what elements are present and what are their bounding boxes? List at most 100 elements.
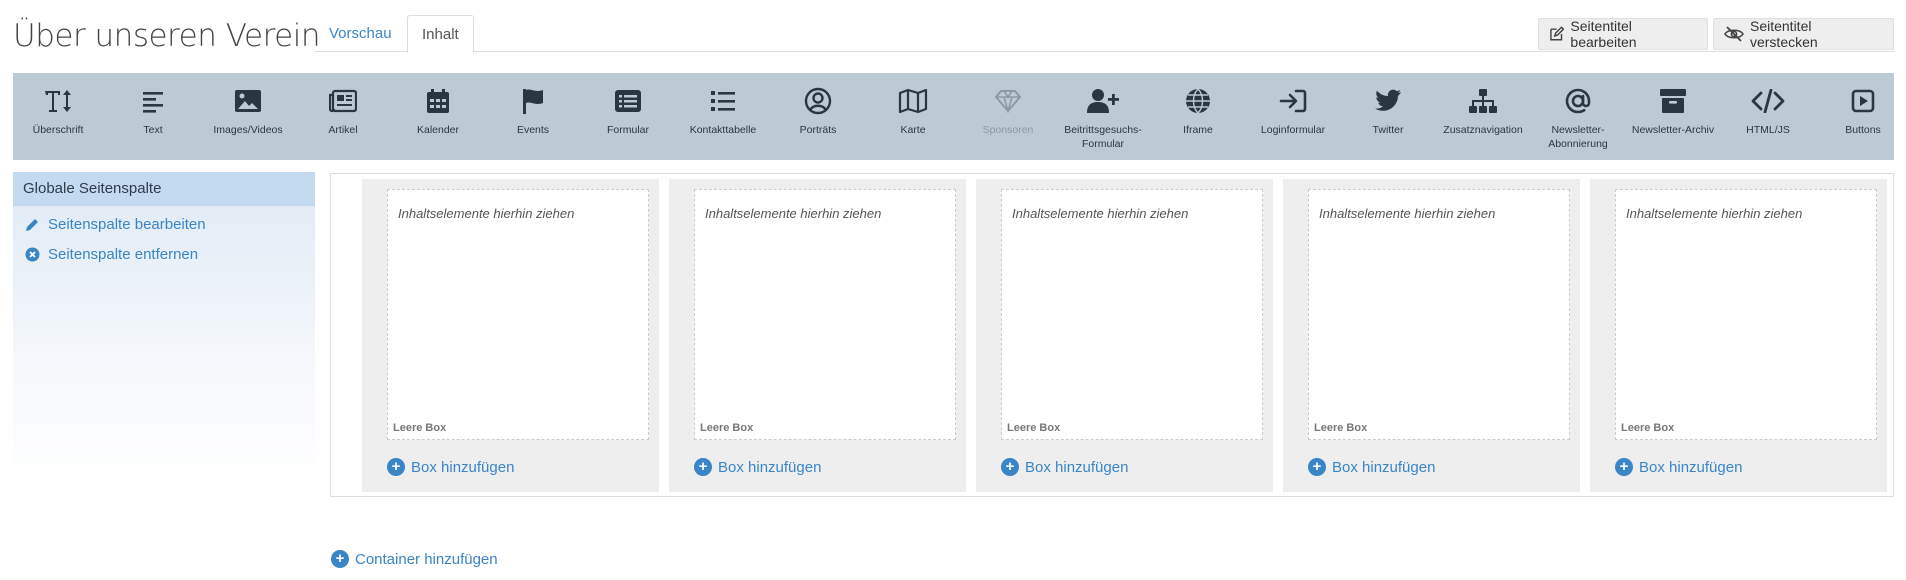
add-box-label: Box hinzufügen: [1025, 458, 1129, 476]
tool-contact-table[interactable]: Kontakttabelle: [678, 73, 768, 160]
tool-label: Newsletter-Archiv: [1631, 124, 1715, 136]
plus-circle-icon: +: [1615, 458, 1633, 476]
tool-heading[interactable]: Überschrift: [13, 73, 103, 160]
tool-label: Kontakttabelle: [689, 124, 757, 136]
dropzone[interactable]: Inhaltselemente hierhin ziehen Leere Box: [1308, 189, 1570, 440]
column: Inhaltselemente hierhin ziehen Leere Box…: [1590, 179, 1887, 492]
tool-calendar[interactable]: Kalender: [393, 73, 483, 160]
tool-sponsors[interactable]: Sponsoren: [963, 73, 1053, 160]
global-sidebar: Globale Seitenspalte Seitenspalte bearbe…: [13, 172, 315, 490]
align-left-icon: [143, 92, 163, 113]
dropzone-hint: Inhaltselemente hierhin ziehen: [1012, 206, 1189, 221]
edit-sidebar-label: Seitenspalte bearbeiten: [48, 216, 206, 233]
text-height-icon: [45, 90, 71, 112]
tool-label: Überschrift: [32, 124, 84, 136]
dropzone-hint: Inhaltselemente hierhin ziehen: [1319, 206, 1496, 221]
tool-label: Buttons: [1845, 124, 1881, 136]
sidebar-title: Globale Seitenspalte: [13, 172, 315, 206]
globe-icon: [1186, 88, 1210, 114]
edit-title-label: Seitentitel bearbeiten: [1570, 18, 1637, 50]
at-icon: [1565, 88, 1591, 114]
tool-label: Zusatznavigation: [1443, 124, 1523, 136]
tool-iframe[interactable]: Iframe: [1153, 73, 1243, 160]
plus-circle-icon: +: [387, 458, 405, 476]
tool-label: Twitter: [1372, 124, 1404, 136]
empty-box-label: Leere Box: [1007, 422, 1061, 434]
add-box-button[interactable]: + Box hinzufügen: [387, 458, 514, 476]
add-box-button[interactable]: + Box hinzufügen: [694, 458, 821, 476]
tool-label: Images/Videos: [213, 124, 283, 136]
sitemap-icon: [1469, 89, 1497, 113]
tool-label: Kalender: [416, 124, 460, 136]
content-container: Inhaltselemente hierhin ziehen Leere Box…: [330, 173, 1894, 497]
add-box-button[interactable]: + Box hinzufügen: [1308, 458, 1435, 476]
dropzone[interactable]: Inhaltselemente hierhin ziehen Leere Box: [1615, 189, 1877, 440]
archive-icon: [1660, 89, 1686, 113]
tool-text[interactable]: Text: [108, 73, 198, 160]
dropzone-hint: Inhaltselemente hierhin ziehen: [705, 206, 882, 221]
empty-box-label: Leere Box: [700, 422, 754, 434]
content-element-toolbar: Überschrift Text Images/Videos Artikel K…: [13, 73, 1894, 160]
code-icon: [1751, 89, 1785, 113]
plus-circle-icon: +: [1308, 458, 1326, 476]
tool-html-js[interactable]: HTML/JS: [1723, 73, 1813, 160]
tool-newsletter-subscription[interactable]: Newsletter-Abonnierung: [1533, 73, 1623, 160]
tool-map[interactable]: Karte: [868, 73, 958, 160]
tool-membership-form[interactable]: Beitrittsgesuchs-Formular: [1058, 73, 1148, 160]
tool-sub-navigation[interactable]: Zusatznavigation: [1438, 73, 1528, 160]
gem-icon: [994, 90, 1022, 113]
tool-label: Beitrittsgesuchs-Formular: [1064, 124, 1142, 150]
dropzone[interactable]: Inhaltselemente hierhin ziehen Leere Box: [694, 189, 956, 440]
tool-label: Newsletter-Abonnierung: [1548, 124, 1608, 150]
eye-slash-icon: [1724, 26, 1744, 42]
pencil-icon: [26, 219, 38, 231]
add-box-button[interactable]: + Box hinzufügen: [1001, 458, 1128, 476]
close-circle-icon: [25, 247, 40, 262]
tool-label: HTML/JS: [1746, 124, 1790, 136]
add-container-label: Container hinzufügen: [355, 550, 498, 568]
twitter-icon: [1375, 89, 1401, 111]
remove-sidebar-label: Seitenspalte entfernen: [48, 246, 199, 263]
map-icon: [898, 88, 928, 114]
tool-images-videos[interactable]: Images/Videos: [203, 73, 293, 160]
image-icon: [235, 90, 261, 112]
column: Inhaltselemente hierhin ziehen Leere Box…: [362, 179, 659, 492]
tool-events[interactable]: Events: [488, 73, 578, 160]
tool-label: Artikel: [328, 124, 358, 136]
tool-label: Iframe: [1183, 124, 1213, 136]
page-title: Über unseren Verein: [13, 18, 320, 54]
list-alt-icon: [615, 90, 641, 112]
tool-portraits[interactable]: Porträts: [773, 73, 863, 160]
tool-login-form[interactable]: Loginformular: [1248, 73, 1338, 160]
tool-label: Sponsoren: [982, 124, 1034, 136]
tool-label: Karte: [900, 124, 926, 136]
tab-preview[interactable]: Vorschau: [315, 15, 406, 52]
tool-label: Porträts: [799, 124, 837, 136]
hide-title-button[interactable]: Seitentitel verstecken: [1713, 18, 1894, 50]
add-box-button[interactable]: + Box hinzufügen: [1615, 458, 1742, 476]
tool-label: Text: [143, 124, 163, 136]
add-box-label: Box hinzufügen: [1332, 458, 1436, 476]
remove-sidebar-link[interactable]: Seitenspalte entfernen: [25, 246, 198, 263]
tool-form[interactable]: Formular: [583, 73, 673, 160]
column: Inhaltselemente hierhin ziehen Leere Box…: [669, 179, 966, 492]
flag-icon: [523, 89, 543, 114]
tool-article[interactable]: Artikel: [298, 73, 388, 160]
tool-buttons[interactable]: Buttons: [1818, 73, 1906, 160]
edit-sidebar-link[interactable]: Seitenspalte bearbeiten: [25, 216, 206, 233]
calendar-icon: [427, 89, 449, 113]
add-container-button[interactable]: + Container hinzufügen: [331, 550, 498, 568]
plus-circle-icon: +: [694, 458, 712, 476]
dropzone[interactable]: Inhaltselemente hierhin ziehen Leere Box: [1001, 189, 1263, 440]
sign-in-icon: [1279, 89, 1307, 113]
edit-icon: [1550, 26, 1565, 41]
empty-box-label: Leere Box: [1621, 422, 1675, 434]
tool-newsletter-archive[interactable]: Newsletter-Archiv: [1628, 73, 1718, 160]
tool-twitter[interactable]: Twitter: [1343, 73, 1433, 160]
column: Inhaltselemente hierhin ziehen Leere Box…: [976, 179, 1273, 492]
tool-label: Loginformular: [1260, 124, 1326, 136]
tab-content[interactable]: Inhalt: [407, 15, 474, 53]
plus-circle-icon: +: [1001, 458, 1019, 476]
dropzone[interactable]: Inhaltselemente hierhin ziehen Leere Box: [387, 189, 649, 440]
edit-title-button[interactable]: Seitentitel bearbeiten: [1538, 18, 1708, 50]
